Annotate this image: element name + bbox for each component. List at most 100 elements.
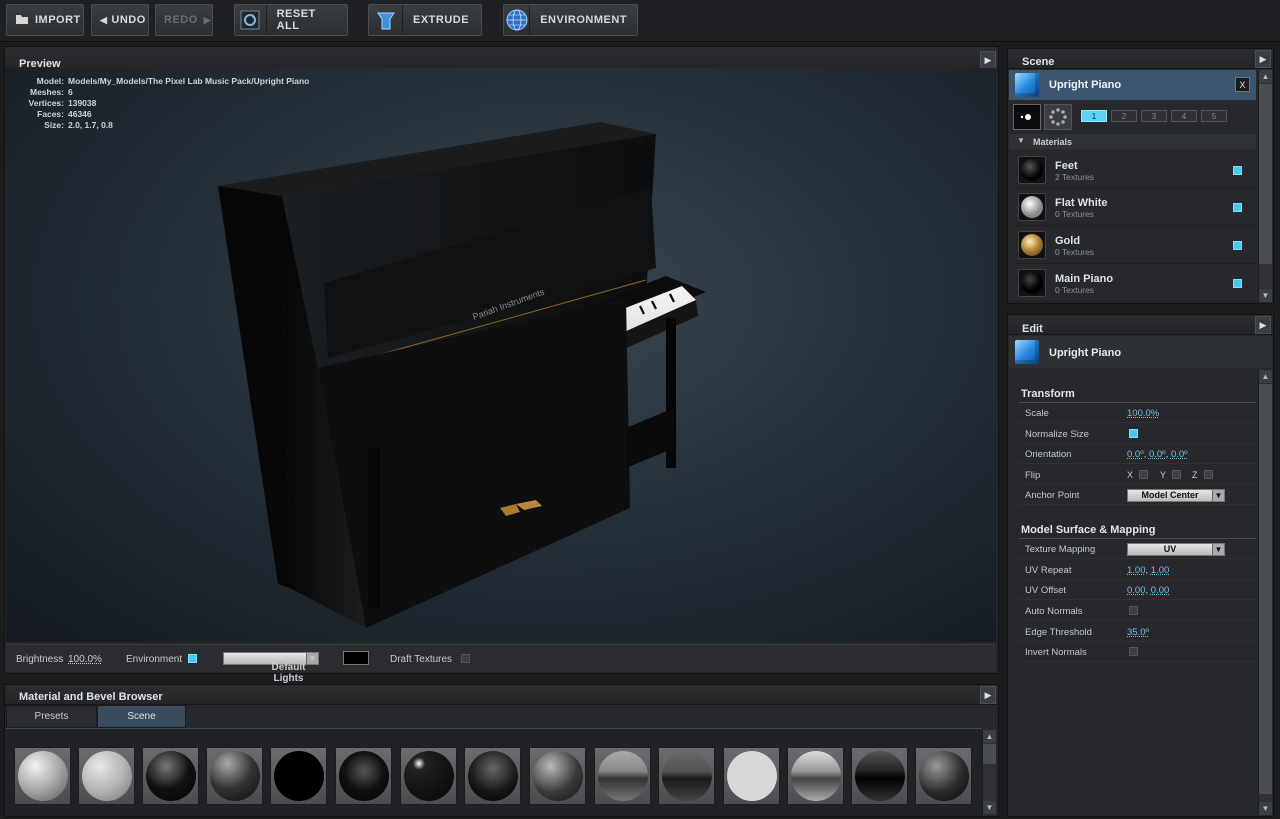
material-texture-count: 0 Textures [1055, 247, 1095, 257]
close-icon[interactable]: X [1235, 77, 1250, 92]
material-swatch[interactable] [142, 747, 199, 805]
material-swatch[interactable] [400, 747, 457, 805]
material-ball-icon [1021, 159, 1043, 181]
material-swatch[interactable] [529, 747, 586, 805]
environment-toggle-label: Environment [126, 654, 183, 665]
brightness-value[interactable]: 100.0% [68, 654, 102, 665]
value-separator: , [1165, 449, 1169, 460]
scroll-thumb[interactable] [983, 744, 996, 764]
material-visible-checkbox[interactable] [1233, 203, 1242, 212]
preview-expand-arrow-icon[interactable]: ▶ [980, 51, 996, 69]
preview-viewport[interactable]: Model: Models/My_Models/The Pixel Lab Mus… [6, 68, 996, 642]
auto-normals-checkbox[interactable] [1129, 606, 1138, 615]
scale-label: Scale [1025, 408, 1049, 419]
scroll-up-icon[interactable]: ▲ [1259, 70, 1272, 83]
edge-threshold-label: Edge Threshold [1025, 627, 1092, 638]
invert-normals-checkbox[interactable] [1129, 647, 1138, 656]
light-mode-icon[interactable] [1013, 104, 1041, 130]
scroll-down-icon[interactable]: ▼ [1259, 289, 1272, 302]
light-ring-icon[interactable] [1044, 104, 1072, 130]
uv-repeat-v-value[interactable]: 1.00 [1151, 565, 1170, 576]
uv-repeat-values: 1.00, 1.00 [1127, 565, 1169, 576]
material-visible-checkbox[interactable] [1233, 241, 1242, 250]
scene-scrollbar[interactable]: ▲ ▼ [1258, 70, 1272, 302]
material-swatch[interactable] [787, 747, 844, 805]
material-swatch[interactable] [594, 747, 651, 805]
material-swatch[interactable] [658, 747, 715, 805]
environment-checkbox[interactable] [188, 654, 197, 663]
layer-button[interactable]: 1 [1081, 110, 1107, 122]
background-color-swatch[interactable] [343, 651, 369, 665]
uv-offset-row: UV Offset 0.00, 0.00 [1019, 580, 1256, 600]
material-swatch[interactable] [464, 747, 521, 805]
material-item[interactable]: Gold 0 Textures [1013, 227, 1256, 264]
material-name: Feet [1055, 160, 1078, 172]
texture-mapping-value: UV [1163, 544, 1177, 554]
texture-mapping-select[interactable]: UV ▼ [1127, 543, 1225, 556]
material-browser-expand-arrow-icon[interactable]: ▶ [980, 686, 996, 704]
edit-scrollbar[interactable]: ▲ ▼ [1258, 370, 1272, 815]
edge-threshold-value[interactable]: 35.0º [1127, 627, 1149, 638]
layer-button[interactable]: 2 [1111, 110, 1137, 122]
orientation-z-value[interactable]: 0.0º [1171, 449, 1188, 460]
uv-offset-u-value[interactable]: 0.00 [1127, 585, 1146, 596]
uv-repeat-u-value[interactable]: 1.00 [1127, 565, 1146, 576]
environment-button[interactable]: ENVIRONMENT [503, 4, 638, 36]
redo-arrow-icon: ▶ [203, 14, 212, 25]
layer-button[interactable]: 4 [1171, 110, 1197, 122]
scroll-up-icon[interactable]: ▲ [1259, 370, 1272, 383]
scroll-down-icon[interactable]: ▼ [1259, 802, 1272, 815]
material-swatch[interactable] [335, 747, 392, 805]
edit-expand-arrow-icon[interactable]: ▶ [1255, 316, 1271, 334]
scale-value[interactable]: 100.0% [1127, 408, 1159, 419]
anchor-point-select[interactable]: Model Center ▼ [1127, 489, 1225, 502]
orientation-x-value[interactable]: 0.0º [1127, 449, 1144, 460]
material-swatch[interactable] [14, 747, 71, 805]
import-button[interactable]: IMPORT [6, 4, 84, 36]
cube-icon [1015, 73, 1039, 97]
material-swatch[interactable] [206, 747, 263, 805]
material-item[interactable]: Feet 2 Textures [1013, 152, 1256, 189]
material-item[interactable]: Flat White 0 Textures [1013, 189, 1256, 226]
layer-button[interactable]: 5 [1201, 110, 1227, 122]
flip-x-checkbox[interactable] [1139, 470, 1148, 479]
uv-offset-v-value[interactable]: 0.00 [1151, 585, 1170, 596]
normalize-size-checkbox[interactable] [1129, 429, 1138, 438]
flip-label: Flip [1025, 470, 1041, 481]
material-ball-icon [790, 751, 841, 801]
orientation-y-value[interactable]: 0.0º [1149, 449, 1166, 460]
tab-scene[interactable]: Scene [97, 705, 186, 728]
material-name: Main Piano [1055, 273, 1114, 285]
redo-button[interactable]: REDO ▶ [155, 4, 213, 36]
materials-section-header[interactable]: ▼ Materials [1009, 134, 1256, 149]
material-swatch[interactable] [851, 747, 908, 805]
material-visible-checkbox[interactable] [1233, 166, 1242, 175]
material-swatch[interactable] [270, 747, 327, 805]
draft-textures-checkbox[interactable] [461, 654, 470, 663]
flip-z-checkbox[interactable] [1204, 470, 1213, 479]
material-item[interactable]: Main Piano 0 Textures [1013, 265, 1256, 302]
reset-all-button[interactable]: RESET ALL [234, 4, 348, 36]
layer-button-label: 4 [1181, 111, 1187, 121]
material-swatch[interactable] [78, 747, 135, 805]
scene-expand-arrow-icon[interactable]: ▶ [1255, 50, 1271, 68]
lights-select[interactable]: Default Lights ▼ [223, 652, 319, 684]
material-swatch[interactable] [915, 747, 972, 805]
undo-button[interactable]: ◀ UNDO [91, 4, 149, 36]
scroll-up-icon[interactable]: ▲ [983, 730, 996, 743]
scene-selected-object[interactable]: Upright Piano X [1009, 70, 1256, 100]
tab-presets[interactable]: Presets [6, 705, 97, 728]
scroll-thumb[interactable] [1259, 84, 1272, 264]
material-visible-checkbox[interactable] [1233, 279, 1242, 288]
undo-label: UNDO [111, 14, 146, 26]
brightness-label: Brightness [16, 654, 64, 665]
normalize-size-row: Normalize Size [1019, 424, 1256, 444]
scroll-thumb[interactable] [1259, 384, 1272, 794]
layer-button[interactable]: 3 [1141, 110, 1167, 122]
material-swatch[interactable] [723, 747, 780, 805]
scroll-down-icon[interactable]: ▼ [983, 801, 996, 814]
material-ball-icon [726, 751, 777, 801]
material-browser-scrollbar[interactable]: ▲ ▼ [982, 730, 996, 814]
extrude-button[interactable]: EXTRUDE [368, 4, 482, 36]
flip-y-checkbox[interactable] [1172, 470, 1181, 479]
